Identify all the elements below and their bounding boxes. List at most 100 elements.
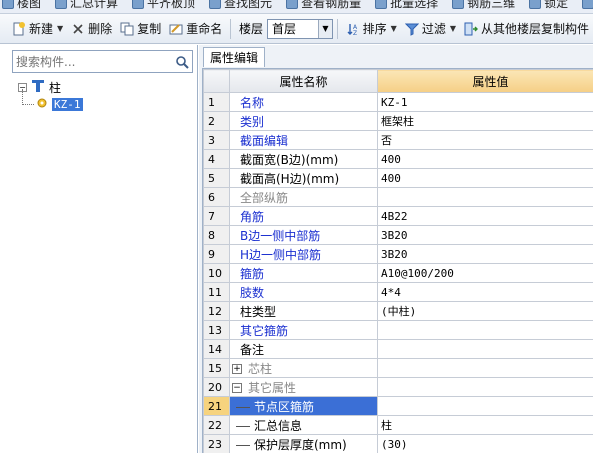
tree-branch-line (236, 444, 250, 446)
sort-icon: AZ (346, 22, 360, 36)
chevron-down-icon[interactable]: ▼ (317, 19, 332, 38)
filter-dropdown-icon: ▼ (449, 24, 456, 33)
property-name-cell: 角筋 (229, 206, 378, 226)
row-number: 22 (203, 415, 230, 435)
property-name: 名称 (240, 95, 265, 110)
property-value-cell[interactable]: (30) (377, 434, 593, 453)
property-value-cell[interactable] (377, 187, 593, 207)
filter-button[interactable]: 过滤 ▼ (401, 18, 460, 40)
top-toolbar-item-label: 查看钢筋量 (301, 0, 362, 10)
table-row[interactable]: 7 角筋 4B22 (203, 206, 593, 226)
table-row[interactable]: 12 柱类型 (中柱) (203, 301, 593, 321)
collapse-icon[interactable]: − (232, 383, 242, 393)
table-row[interactable]: 4 截面宽(B边)(mm) 400 (203, 149, 593, 169)
table-row[interactable]: 11 肢数 4*4 (203, 282, 593, 302)
top-toolbar-row: 楼图 汇总计算 平齐板顶 查找图元 查看钢筋量 批量选择 钢筋三维 锁定 解 (2, 0, 593, 11)
property-name-cell: 截面高(H边)(mm) (229, 168, 378, 188)
property-value-cell[interactable]: 否 (377, 130, 593, 150)
table-row[interactable]: 21 节点区箍筋 (203, 396, 593, 416)
property-value-cell[interactable]: 3B20 (377, 225, 593, 245)
toolbar-item-icon (286, 0, 299, 9)
row-number: 6 (203, 187, 230, 207)
property-value-cell[interactable]: 400 (377, 149, 593, 169)
copy-label: 复制 (137, 22, 162, 36)
property-value-cell[interactable]: A10@100/200 (377, 263, 593, 283)
rename-icon (169, 22, 183, 36)
property-value-cell[interactable]: 3B20 (377, 244, 593, 264)
search-icon[interactable] (172, 51, 192, 72)
property-value-cell[interactable] (377, 358, 593, 378)
delete-button[interactable]: 删除 (67, 18, 116, 40)
floor-select[interactable]: 首层 ▼ (267, 18, 333, 39)
property-name-header: 属性名称 (229, 69, 378, 93)
table-row[interactable]: 20− 其它属性 (203, 377, 593, 397)
new-dropdown-icon: ▼ (57, 24, 64, 33)
top-toolbar-item[interactable]: 批量选择 (375, 0, 438, 11)
property-name: 截面宽(B边)(mm) (240, 152, 339, 167)
property-value-cell[interactable] (377, 339, 593, 359)
property-name-cell: 节点区箍筋 (229, 396, 378, 416)
component-tree: − 柱 KZ-1 (18, 79, 83, 113)
top-toolbar-item[interactable]: 锁定 (529, 0, 568, 11)
table-row[interactable]: 3 截面编辑 否 (203, 130, 593, 150)
property-name-cell: 截面编辑 (229, 130, 378, 150)
table-row[interactable]: 13 其它箍筋 (203, 320, 593, 340)
top-toolbar-item-label: 楼图 (17, 0, 42, 10)
property-name-cell: 箍筋 (229, 263, 378, 283)
copy-from-other-floor-button[interactable]: 从其他楼层复制构件 (460, 18, 593, 40)
top-toolbar-item[interactable]: 查找图元 (209, 0, 272, 11)
table-row[interactable]: 14 备注 (203, 339, 593, 359)
floor-select-value: 首层 (272, 22, 297, 36)
sort-button[interactable]: AZ 排序 ▼ (342, 18, 401, 40)
tree-node-column[interactable]: − 柱 (18, 79, 83, 96)
table-row[interactable]: 5 截面高(H边)(mm) 400 (203, 168, 593, 188)
row-number: 11 (203, 282, 230, 302)
property-name-cell: 其它箍筋 (229, 320, 378, 340)
table-row[interactable]: 8 B边一侧中部筋 3B20 (203, 225, 593, 245)
table-row[interactable]: 10 箍筋 A10@100/200 (203, 263, 593, 283)
table-row[interactable]: 23 保护层厚度(mm) (30) (203, 434, 593, 453)
property-value-cell[interactable]: 4B22 (377, 206, 593, 226)
property-value-cell[interactable]: 柱 (377, 415, 593, 435)
property-value-cell[interactable]: KZ-1 (377, 92, 593, 112)
row-number: 5 (203, 168, 230, 188)
property-value-cell[interactable] (377, 396, 593, 416)
property-value-cell[interactable] (377, 320, 593, 340)
toolbar-item-icon (582, 0, 593, 9)
property-name-cell: 类别 (229, 111, 378, 131)
top-toolbar-item[interactable]: 解 (582, 0, 593, 11)
property-value-cell[interactable]: 400 (377, 168, 593, 188)
property-name: 其它箍筋 (240, 323, 289, 338)
top-toolbar-item-label: 钢筋三维 (467, 0, 516, 10)
expand-icon[interactable]: + (232, 364, 242, 374)
property-value-cell[interactable]: 框架柱 (377, 111, 593, 131)
top-toolbar-item[interactable]: 平齐板顶 (132, 0, 195, 11)
table-row[interactable]: 1 名称 KZ-1 (203, 92, 593, 112)
table-row[interactable]: 9 H边一侧中部筋 3B20 (203, 244, 593, 264)
top-toolbar-item-label: 锁定 (544, 0, 569, 10)
copy-button[interactable]: 复制 (116, 18, 165, 40)
property-value-cell[interactable] (377, 377, 593, 397)
property-value-cell[interactable]: (中柱) (377, 301, 593, 321)
property-value-header: 属性值 (377, 69, 593, 93)
new-button[interactable]: 新建 ▼ (8, 18, 67, 40)
floor-label: 楼层 (238, 22, 263, 36)
search-input[interactable] (13, 51, 172, 72)
property-name: 截面高(H边)(mm) (240, 171, 340, 186)
table-row[interactable]: 15 + 芯柱 (203, 358, 593, 378)
table-row[interactable]: 2 类别 框架柱 (203, 111, 593, 131)
tab-property-edit[interactable]: 属性编辑 (203, 47, 266, 67)
table-row[interactable]: 22 汇总信息 柱 (203, 415, 593, 435)
top-toolbar-item[interactable]: 汇总计算 (55, 0, 118, 11)
property-value-cell[interactable]: 4*4 (377, 282, 593, 302)
top-toolbar-item[interactable]: 钢筋三维 (452, 0, 515, 11)
svg-text:Z: Z (353, 30, 357, 36)
rename-button[interactable]: 重命名 (165, 18, 226, 40)
top-toolbar-item[interactable]: 楼图 (2, 0, 41, 11)
table-row[interactable]: 6 全部纵筋 (203, 187, 593, 207)
property-name-cell: 备注 (229, 339, 378, 359)
row-number: 2 (203, 111, 230, 131)
top-toolbar-item[interactable]: 查看钢筋量 (286, 0, 361, 11)
row-number: 23 (203, 434, 230, 453)
tree-node-kz1[interactable]: KZ-1 (22, 89, 83, 113)
